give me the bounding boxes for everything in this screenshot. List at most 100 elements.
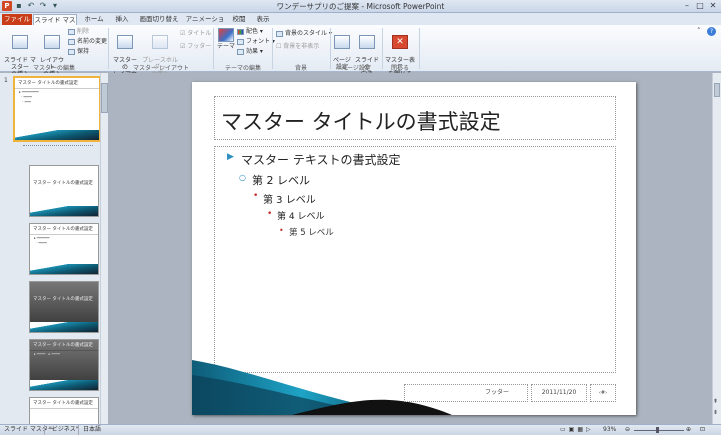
- tab-home[interactable]: ホーム: [82, 14, 106, 25]
- thumbnail-slide-master[interactable]: マスター タイトルの書式設定 ▸ ━━━━━━━━ · ━━━━ · ━━━: [13, 76, 101, 142]
- slide-edit-area: マスター タイトルの書式設定 ▶ マスター テキストの書式設定 ○ 第 2 レベ…: [110, 73, 721, 424]
- scroll-thumb[interactable]: [101, 83, 108, 113]
- window-title: ワンデーサプリのご提案 - Microsoft PowerPoint: [276, 2, 445, 11]
- tab-animations[interactable]: アニメーション: [185, 14, 225, 34]
- text-level-5[interactable]: • 第 5 レベル: [279, 226, 334, 238]
- effects-icon: [237, 48, 244, 55]
- group-label-background: 背景: [294, 65, 307, 72]
- layout-icon: [44, 35, 60, 49]
- thumbnail-layout[interactable]: マスター タイトルの書式設定: [29, 281, 99, 333]
- title-placeholder[interactable]: マスター タイトルの書式設定: [214, 96, 616, 140]
- fit-slide-icon[interactable]: ⊡: [700, 425, 705, 435]
- minimize-ribbon-icon[interactable]: ˄: [697, 27, 701, 35]
- rename-button[interactable]: 名前の変更: [68, 38, 107, 46]
- slide-orientation-icon: [359, 35, 375, 49]
- help-icon[interactable]: ?: [707, 27, 716, 36]
- scroll-thumb[interactable]: [714, 83, 720, 97]
- slide-title[interactable]: マスター タイトルの書式設定: [221, 106, 501, 136]
- bullet-dot-icon: •: [267, 209, 273, 219]
- zoom-out-icon[interactable]: ⊖: [625, 425, 630, 435]
- colors-button[interactable]: 配色 ▾: [237, 28, 263, 36]
- thumbnail-layout[interactable]: マスター タイトルの書式設定: [29, 397, 99, 427]
- group-separator: [419, 28, 420, 69]
- background-styles-icon: [276, 30, 283, 37]
- hide-background-checkbox[interactable]: ☐ 背景を非表示: [276, 43, 319, 51]
- footer-checkbox-label: フッター: [187, 43, 212, 50]
- title-bar: P ▪ ↶ ↷ ▾ ワンデーサプリのご提案 - Microsoft PowerP…: [0, 0, 721, 13]
- thumbnail-title: マスター タイトルの書式設定: [30, 224, 98, 235]
- status-theme: "ビジネス": [44, 425, 79, 435]
- fonts-icon: [237, 38, 244, 45]
- view-buttons[interactable]: ▭▣▦▷: [560, 425, 594, 435]
- slide-master-canvas[interactable]: マスター タイトルの書式設定 ▶ マスター テキストの書式設定 ○ 第 2 レベ…: [192, 82, 636, 415]
- themes-label: テーマ: [216, 43, 235, 50]
- thumbnail-scrollbar[interactable]: [100, 73, 108, 424]
- footer-checkbox[interactable]: ☑ フッター: [180, 43, 211, 51]
- ribbon-tab-bar: ファイル スライド マスター ホーム 挿入 画面切り替え アニメーション 校閲 …: [0, 13, 721, 35]
- slide-number-placeholder[interactable]: ‹#›: [590, 384, 616, 402]
- themes-icon: [218, 28, 234, 42]
- fonts-button[interactable]: フォント ▾: [237, 38, 275, 46]
- text-level-1-label: マスター テキストの書式設定: [241, 153, 401, 167]
- thumbnail-layout[interactable]: マスター タイトルの書式設定 ▸ ━━━━━━ · ━━━━: [29, 223, 99, 275]
- themes-button[interactable]: テーマ: [216, 28, 236, 50]
- thumbnail-title: マスター タイトルの書式設定: [33, 297, 93, 302]
- tab-review[interactable]: 校閲: [230, 14, 248, 25]
- close-window-button[interactable]: ✕: [707, 1, 719, 11]
- footer-placeholder[interactable]: フッター: [404, 384, 528, 402]
- text-level-4[interactable]: • 第 4 レベル: [267, 209, 324, 222]
- slide-thumbnail-pane: 1 マスター タイトルの書式設定 ▸ ━━━━━━━━ · ━━━━ · ━━━…: [0, 73, 108, 427]
- slide-master-icon: [12, 35, 28, 49]
- thumbnail-title: マスター タイトルの書式設定: [30, 340, 98, 351]
- delete-icon: [68, 28, 75, 35]
- page-setup-icon: [334, 35, 350, 49]
- delete-button[interactable]: 削除: [68, 28, 89, 36]
- prev-slide-icon[interactable]: ⇞: [713, 398, 718, 405]
- effects-label: 効果: [246, 48, 259, 55]
- zoom-level[interactable]: 93%: [603, 425, 616, 435]
- effects-button[interactable]: 効果 ▾: [237, 48, 263, 56]
- zoom-in-icon[interactable]: ⊕: [686, 425, 691, 435]
- tab-slide-master[interactable]: スライド マスター: [33, 14, 77, 35]
- maximize-button[interactable]: □: [694, 1, 706, 11]
- next-slide-icon[interactable]: ⇟: [713, 409, 718, 416]
- text-level-1[interactable]: ▶ マスター テキストの書式設定: [227, 151, 401, 168]
- title-checkbox[interactable]: ☑ タイトル: [180, 30, 211, 38]
- thumbnail-title: マスター タイトルの書式設定: [30, 398, 98, 409]
- background-styles-button[interactable]: 背景のスタイル ▾: [276, 30, 332, 38]
- bullet-triangle-icon: ▶: [227, 152, 234, 162]
- fonts-label: フォント: [246, 38, 271, 45]
- zoom-slider[interactable]: [634, 430, 684, 431]
- date-placeholder[interactable]: 2011/11/20: [531, 384, 587, 402]
- text-level-3[interactable]: • 第 3 レベル: [253, 191, 316, 206]
- rename-label: 名前の変更: [77, 38, 108, 45]
- hide-background-label: 背景を非表示: [283, 43, 320, 50]
- slide-scrollbar[interactable]: ⇞ ⇟: [712, 73, 721, 424]
- preserve-button[interactable]: 保持: [68, 48, 89, 56]
- text-level-5-label: 第 5 レベル: [289, 228, 334, 238]
- group-separator: [108, 28, 109, 69]
- text-level-2[interactable]: ○ 第 2 レベル: [239, 172, 310, 188]
- tab-view[interactable]: 表示: [253, 14, 273, 25]
- text-level-2-label: 第 2 レベル: [252, 174, 310, 187]
- text-level-3-label: 第 3 レベル: [263, 195, 316, 206]
- background-styles-label: 背景のスタイル: [285, 30, 328, 37]
- group-label-page-setup: ページ設定: [341, 65, 371, 72]
- pin-icon: [68, 48, 75, 55]
- group-label-edit-theme: テーマの編集: [224, 65, 261, 72]
- thumbnail-layout[interactable]: マスター タイトルの書式設定: [29, 165, 99, 217]
- minimize-button[interactable]: –: [681, 1, 693, 11]
- tab-file[interactable]: ファイル: [2, 14, 32, 25]
- status-language[interactable]: 日本語: [78, 425, 101, 435]
- zoom-slider-thumb[interactable]: [656, 427, 659, 433]
- preserve-label: 保持: [77, 48, 90, 55]
- thumbnail-title: マスター タイトルの書式設定: [33, 181, 93, 186]
- thumbnail-layout[interactable]: マスター タイトルの書式設定 ▸ ━━━━ ▸ ━━━━: [29, 339, 99, 391]
- bullet-dot-icon: •: [253, 191, 259, 201]
- tab-transitions[interactable]: 画面切り替え: [138, 14, 180, 25]
- group-label-close: 閉じる: [390, 65, 409, 72]
- group-label-master-layout: マスター レイアウト: [133, 65, 189, 72]
- content-placeholder[interactable]: ▶ マスター テキストの書式設定 ○ 第 2 レベル • 第 3 レベル • 第…: [214, 146, 616, 373]
- colors-icon: [237, 28, 244, 35]
- tab-insert[interactable]: 挿入: [111, 14, 133, 25]
